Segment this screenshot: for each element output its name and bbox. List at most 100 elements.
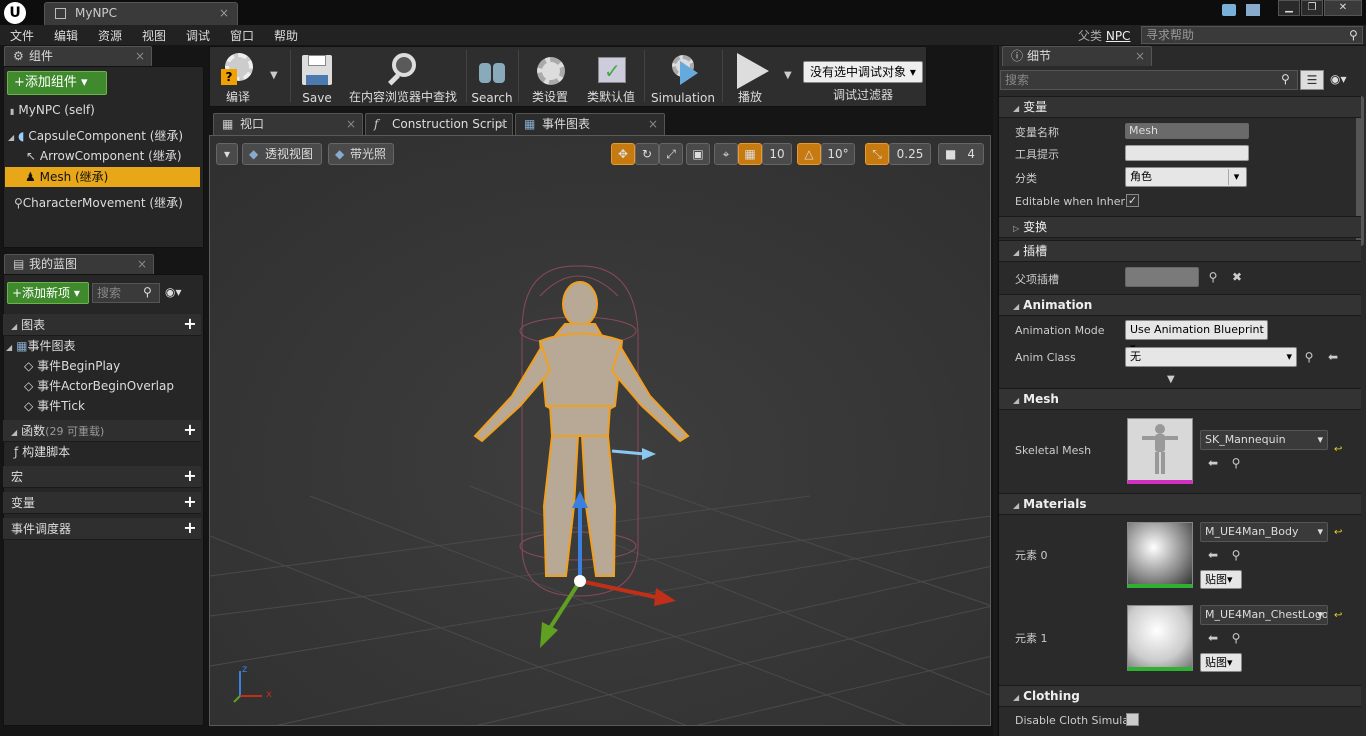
lit-button[interactable]: ◆ 带光照 xyxy=(328,143,394,165)
animation-section[interactable]: ◢ Animation xyxy=(999,294,1361,316)
tab-viewport[interactable]: ▦ 视口 × xyxy=(213,113,363,135)
search-icon[interactable]: ⚲ xyxy=(1229,456,1243,470)
rotation-snap-value[interactable]: 10° xyxy=(821,143,855,165)
compile-options-chevron-icon[interactable]: ▼ xyxy=(270,70,278,81)
menu-view[interactable]: 视图 xyxy=(142,27,166,44)
tree-item-capsule[interactable]: ◢ ◖ CapsuleComponent (继承) xyxy=(8,126,183,146)
minimize-button[interactable]: ▁ xyxy=(1278,0,1300,16)
my-blueprint-tab[interactable]: ▤ 我的蓝图 × xyxy=(4,254,154,274)
sockets-section[interactable]: ◢ 插槽 xyxy=(999,240,1361,262)
graphs-section[interactable]: ◢ 图表 + xyxy=(3,314,201,336)
close-icon[interactable]: × xyxy=(346,114,356,134)
details-search-input[interactable]: 搜索 xyxy=(1000,70,1298,90)
viewport-options-button[interactable]: ▾ xyxy=(216,143,238,165)
components-tab[interactable]: ⚙ 组件 × xyxy=(4,46,152,66)
find-in-content-browser-button[interactable]: 在内容浏览器中查找 xyxy=(344,47,462,107)
search-icon[interactable]: ⚲ xyxy=(1229,548,1243,562)
variable-section[interactable]: ◢ 变量 xyxy=(999,96,1361,118)
add-graph-icon[interactable]: + xyxy=(183,316,197,332)
search-icon[interactable]: ⚲ xyxy=(1206,270,1220,284)
menu-help[interactable]: 帮助 xyxy=(274,27,298,44)
use-selected-arrow-icon[interactable]: ⬅ xyxy=(1326,350,1340,364)
clear-icon[interactable]: ✖ xyxy=(1230,270,1244,284)
maximize-button[interactable]: ❐ xyxy=(1301,0,1323,16)
menu-edit[interactable]: 编辑 xyxy=(54,27,78,44)
feedback-icon[interactable] xyxy=(1222,4,1236,16)
reset-default-icon[interactable]: ↩ xyxy=(1334,527,1342,538)
document-tab[interactable]: MyNPC × xyxy=(44,2,238,25)
menu-window[interactable]: 窗口 xyxy=(230,27,254,44)
advanced-expand-icon[interactable]: ▼ xyxy=(1167,374,1175,385)
editable-checkbox[interactable]: ✓ xyxy=(1126,194,1139,207)
element1-texture-button[interactable]: 贴图▾ xyxy=(1200,653,1242,672)
materials-section[interactable]: ◢ Materials xyxy=(999,493,1361,515)
tooltip-field[interactable] xyxy=(1125,145,1249,161)
save-button[interactable]: Save xyxy=(294,47,340,107)
scale-snap-value[interactable]: 0.25 xyxy=(889,143,931,165)
event-graph-item[interactable]: ◢ ▦事件图表 xyxy=(6,336,76,356)
tree-item-character-movement[interactable]: ⚲CharacterMovement (继承) xyxy=(14,193,183,213)
skeletal-mesh-select[interactable]: SK_Mannequin ▾ xyxy=(1200,430,1328,450)
splitter[interactable] xyxy=(993,46,997,736)
use-selected-arrow-icon[interactable]: ⬅ xyxy=(1206,548,1220,562)
scale-tool-button[interactable]: ⤢ xyxy=(659,143,683,165)
eye-icon[interactable]: ◉▾ xyxy=(165,285,182,299)
variables-section[interactable]: 变量 + xyxy=(3,492,201,514)
close-icon[interactable]: × xyxy=(137,255,147,273)
animation-mode-select[interactable]: Use Animation Blueprint ▾ xyxy=(1125,320,1268,354)
use-selected-arrow-icon[interactable]: ⬅ xyxy=(1206,631,1220,645)
menu-asset[interactable]: 资源 xyxy=(98,27,122,44)
reset-default-icon[interactable]: ↩ xyxy=(1334,610,1342,621)
perspective-button[interactable]: ◆ 透视视图 xyxy=(242,143,322,165)
rotate-tool-button[interactable]: ↻ xyxy=(635,143,659,165)
play-options-chevron-icon[interactable]: ▼ xyxy=(784,70,792,81)
class-settings-button[interactable]: 类设置 xyxy=(522,47,578,107)
add-dispatcher-icon[interactable]: + xyxy=(183,520,197,536)
camera-speed-button[interactable]: ■ 4 xyxy=(938,143,984,165)
grid-snap-toggle[interactable]: ▦ xyxy=(738,143,762,165)
reset-default-icon[interactable]: ↩ xyxy=(1334,444,1342,455)
tree-item-arrow[interactable]: ↖ ArrowComponent (继承) xyxy=(26,146,182,166)
element1-thumbnail[interactable] xyxy=(1127,605,1193,671)
close-window-button[interactable]: ✕ xyxy=(1324,0,1362,16)
clothing-section[interactable]: ◢ Clothing xyxy=(999,685,1361,707)
rotation-snap-toggle[interactable]: △ xyxy=(797,143,821,165)
construction-script-item[interactable]: ƒ 构建脚本 xyxy=(14,442,70,462)
compile-button[interactable]: ? 编译 xyxy=(212,47,264,107)
element0-texture-button[interactable]: 贴图▾ xyxy=(1200,570,1242,589)
macros-section[interactable]: 宏 + xyxy=(3,466,201,488)
grid-snap-value[interactable]: 10 xyxy=(762,143,792,165)
menu-debug[interactable]: 调试 xyxy=(186,27,210,44)
element0-thumbnail[interactable] xyxy=(1127,522,1193,588)
search-button[interactable]: Search xyxy=(470,47,514,107)
search-icon[interactable]: ⚲ xyxy=(1229,631,1243,645)
help-search-input[interactable]: 寻求帮助 xyxy=(1141,26,1363,44)
event-beginplay-item[interactable]: ◇ 事件BeginPlay xyxy=(24,356,120,376)
close-icon[interactable]: × xyxy=(1135,47,1145,65)
menu-file[interactable]: 文件 xyxy=(10,27,34,44)
play-button[interactable]: 播放 xyxy=(726,47,774,107)
parent-socket-field[interactable] xyxy=(1125,267,1199,287)
mesh-section[interactable]: ◢ Mesh xyxy=(999,388,1361,410)
functions-section[interactable]: ◢ 函数(29 可重载) + xyxy=(3,420,201,442)
tab-construction-script[interactable]: f Construction Script × xyxy=(365,113,513,135)
add-component-button[interactable]: +添加组件 ▾ xyxy=(7,71,107,95)
use-selected-arrow-icon[interactable]: ⬅ xyxy=(1206,456,1220,470)
tree-item-self[interactable]: ▮ MyNPC (self) xyxy=(10,100,95,120)
close-icon[interactable]: × xyxy=(496,114,506,134)
add-macro-icon[interactable]: + xyxy=(183,468,197,484)
viewport[interactable]: z x ▾ ◆ 透视视图 ◆ 带光照 ✥ ↻ ⤢ ▣ ⌖ ▦ 10 △ 10° ⤡ … xyxy=(209,135,991,726)
close-icon[interactable]: × xyxy=(648,114,658,134)
add-function-icon[interactable]: + xyxy=(183,422,197,438)
add-variable-icon[interactable]: + xyxy=(183,494,197,510)
transform-section[interactable]: ▷ 变换 xyxy=(999,216,1361,238)
category-select[interactable]: 角色 ▾ xyxy=(1125,167,1247,187)
skeletal-mesh-thumbnail[interactable] xyxy=(1127,418,1193,484)
dispatchers-section[interactable]: 事件调度器 + xyxy=(3,518,201,540)
coordinate-space-button[interactable]: ▣ xyxy=(686,143,710,165)
class-defaults-button[interactable]: ✓ 类默认值 xyxy=(582,47,640,107)
add-new-button[interactable]: +添加新项 ▾ xyxy=(7,282,89,304)
simulation-button[interactable]: Simulation xyxy=(648,47,718,107)
event-tick-item[interactable]: ◇ 事件Tick xyxy=(24,396,85,416)
translate-tool-button[interactable]: ✥ xyxy=(611,143,635,165)
